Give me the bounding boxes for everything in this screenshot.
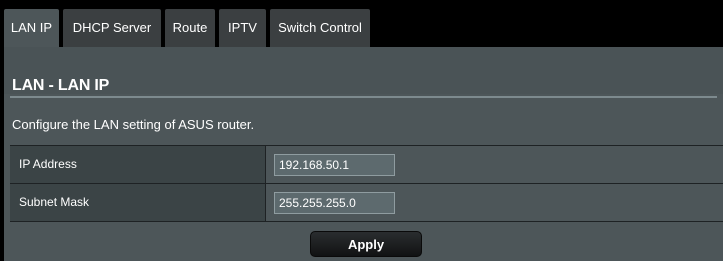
settings-table: IP Address Subnet Mask [10,145,723,222]
lan-settings-panel: LAN IP DHCP Server Route IPTV Switch Con… [4,5,723,261]
table-row: Subnet Mask [10,184,723,222]
ip-address-label: IP Address [10,146,266,183]
page-description: Configure the LAN setting of ASUS router… [12,117,255,132]
apply-button[interactable]: Apply [310,231,422,257]
tab-bar: LAN IP DHCP Server Route IPTV Switch Con… [4,5,723,47]
ip-address-input[interactable] [274,154,395,176]
tab-iptv[interactable]: IPTV [219,9,266,47]
subnet-mask-label: Subnet Mask [10,184,266,221]
page-title: LAN - LAN IP [12,77,110,94]
title-divider [10,96,717,98]
tab-route[interactable]: Route [165,9,215,47]
page-header: LAN - LAN IP [4,47,723,94]
table-row: IP Address [10,146,723,184]
tab-switch-control[interactable]: Switch Control [270,9,370,47]
tab-dhcp-server[interactable]: DHCP Server [63,9,161,47]
subnet-mask-input[interactable] [274,192,395,214]
tab-lan-ip[interactable]: LAN IP [4,9,59,47]
